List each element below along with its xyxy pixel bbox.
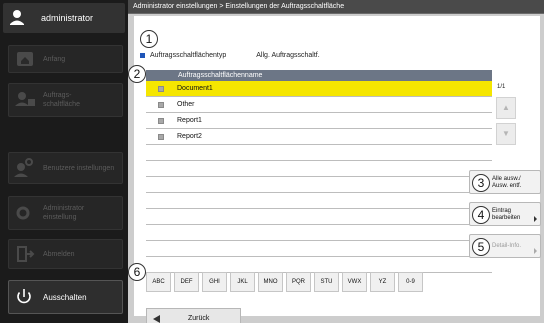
alpha-button[interactable]: 0-9 (398, 272, 423, 292)
row-label: Document1 (177, 85, 213, 92)
select-all-label: Alle ausw./ Ausw. entf. (492, 176, 522, 189)
empty-row (146, 193, 492, 209)
marker-5: 5 (472, 238, 490, 256)
sidebar-item-label: Abmelden (43, 250, 75, 258)
marker-4: 4 (472, 206, 490, 224)
alpha-button[interactable]: DEF (174, 272, 199, 292)
sidebar-item-home[interactable]: Anfang (8, 45, 123, 73)
back-button[interactable]: Zurück (146, 308, 241, 323)
empty-row (146, 177, 492, 193)
marker-3: 3 (472, 174, 490, 192)
home-icon (9, 46, 39, 72)
marker-1: 1 (140, 30, 158, 48)
job-button-list: Auftragsschaltflächenname Document1 Other… (146, 70, 492, 273)
row-label: Other (177, 101, 195, 108)
list-header: Auftragsschaltflächenname (146, 70, 492, 81)
sidebar-item-label: Ausschalten (43, 292, 87, 302)
row-label: Report1 (177, 117, 202, 124)
empty-row (146, 209, 492, 225)
page-up-button[interactable]: ▲ (496, 97, 516, 119)
table-row[interactable]: Report2 (146, 129, 492, 145)
checkbox-icon (158, 85, 164, 92)
job-button-type-value: Allg. Auftragsschaltf. (256, 52, 320, 59)
screen: administrator Anfang Auftrags- schaltflä… (0, 0, 544, 323)
alpha-button[interactable]: JKL (230, 272, 255, 292)
power-icon (9, 281, 39, 313)
triangle-right-icon (534, 216, 537, 222)
alphabet-index: ABC DEF GHI JKL MNO PQR STU VWX YZ 0-9 (146, 272, 426, 292)
alpha-button[interactable]: VWX (342, 272, 367, 292)
sidebar-item-label: Auftrags- schaltfläche (43, 92, 80, 108)
user-badge: administrator (3, 3, 125, 33)
sidebar-item-power-off[interactable]: Ausschalten (8, 280, 123, 314)
sidebar-item-label: Anfang (43, 55, 66, 63)
alpha-button[interactable]: PQR (286, 272, 311, 292)
marker-2: 2 (128, 65, 146, 83)
row-label: Report2 (177, 133, 202, 140)
sidebar-item-logout[interactable]: Abmelden (8, 239, 123, 269)
triangle-right-icon (534, 248, 537, 254)
page-indicator: 1/1 (497, 84, 506, 90)
sidebar-item-admin-settings[interactable]: Administrator einstellung (8, 196, 123, 230)
sidebar-item-user-settings[interactable]: Benutzere instellungen (8, 152, 123, 184)
main-panel: Administrator einstellungen > Einstellun… (128, 0, 544, 323)
table-row[interactable]: Other (146, 97, 492, 113)
empty-row (146, 145, 492, 161)
admin-settings-icon (9, 197, 39, 229)
sidebar-item-label: Benutzere instellungen (43, 164, 115, 172)
content-area: 1 Auftragsschaltflächentyp Allg. Auftrag… (128, 16, 541, 323)
job-button-type-label: Auftragsschaltflächentyp (150, 52, 227, 59)
empty-row (146, 257, 492, 273)
back-label: Zurück (188, 315, 210, 322)
sidebar: administrator Anfang Auftrags- schaltflä… (0, 0, 128, 323)
back-arrow-icon (153, 315, 160, 323)
triangle-up-icon: ▲ (502, 103, 510, 112)
alpha-button[interactable]: ABC (146, 272, 171, 292)
alpha-button[interactable]: GHI (202, 272, 227, 292)
sidebar-item-label: Administrator einstellung (43, 205, 85, 221)
job-button-icon (9, 84, 39, 116)
checkbox-icon (158, 101, 164, 108)
blue-square-icon (140, 53, 145, 58)
alpha-button[interactable]: YZ (370, 272, 395, 292)
table-row[interactable]: Document1 (146, 81, 492, 97)
sidebar-item-job-button[interactable]: Auftrags- schaltfläche (8, 83, 123, 117)
username: administrator (41, 13, 94, 23)
logout-icon (9, 240, 39, 268)
alpha-button[interactable]: STU (314, 272, 339, 292)
alpha-button[interactable]: MNO (258, 272, 283, 292)
checkbox-icon (158, 117, 164, 124)
marker-6: 6 (128, 263, 146, 281)
edit-entry-label: Eintrag bearbeiten (492, 208, 521, 221)
breadcrumb-bar: Administrator einstellungen > Einstellun… (128, 0, 544, 14)
triangle-down-icon: ▼ (502, 129, 510, 138)
page-down-button[interactable]: ▼ (496, 123, 516, 145)
user-icon (3, 3, 31, 33)
breadcrumb: Administrator einstellungen > Einstellun… (133, 3, 345, 10)
empty-row (146, 225, 492, 241)
table-row[interactable]: Report1 (146, 113, 492, 129)
checkbox-icon (158, 133, 164, 140)
user-settings-icon (9, 153, 39, 183)
job-button-type-row: Auftragsschaltflächentyp Allg. Auftragss… (140, 52, 320, 59)
detail-info-label: Detail-Info. (492, 243, 522, 249)
empty-row (146, 161, 492, 177)
empty-row (146, 241, 492, 257)
